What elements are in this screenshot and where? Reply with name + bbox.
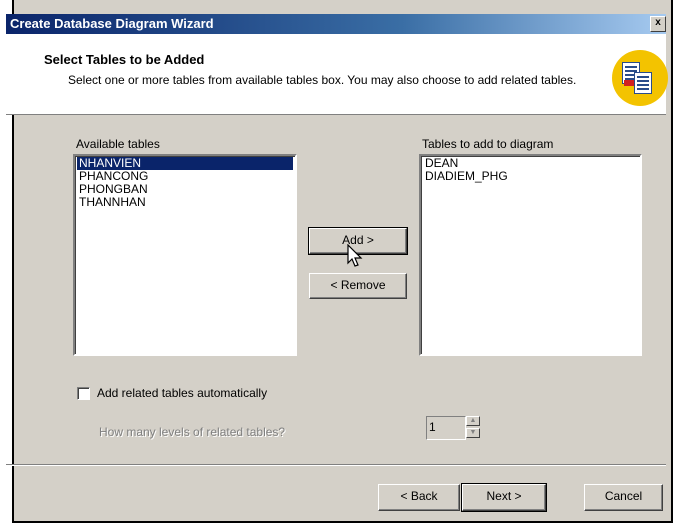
remove-button[interactable]: < Remove: [309, 273, 407, 299]
available-tables-list[interactable]: NHANVIEN PHANCONG PHONGBAN THANNHAN: [73, 154, 297, 356]
target-tables-label: Tables to add to diagram: [422, 137, 554, 151]
wizard-tables-icon: [612, 50, 668, 106]
mouse-cursor-icon: [347, 244, 363, 267]
list-item[interactable]: THANNHAN: [77, 196, 293, 209]
next-button[interactable]: Next >: [461, 483, 547, 512]
spin-up-icon[interactable]: ▲: [466, 416, 480, 426]
spin-down-icon[interactable]: ▼: [466, 428, 480, 438]
page-title: Select Tables to be Added: [44, 52, 205, 67]
title-bar: Create Database Diagram Wizard x: [6, 14, 666, 34]
available-tables-label: Available tables: [76, 137, 160, 151]
related-tables-checkbox[interactable]: [77, 387, 90, 400]
wizard-header: Select Tables to be Added Select one or …: [6, 34, 668, 115]
footer-separator: [6, 464, 666, 466]
close-button[interactable]: x: [650, 16, 666, 32]
window-title: Create Database Diagram Wizard: [10, 16, 214, 31]
related-tables-label: Add related tables automatically: [97, 386, 268, 400]
page-description: Select one or more tables from available…: [68, 73, 577, 87]
levels-label: How many levels of related tables?: [99, 425, 286, 439]
levels-spinner[interactable]: 1: [426, 416, 466, 440]
back-button[interactable]: < Back: [378, 484, 460, 511]
cancel-button[interactable]: Cancel: [584, 484, 663, 511]
target-tables-list[interactable]: DEAN DIADIEM_PHG: [419, 154, 642, 356]
list-item[interactable]: DIADIEM_PHG: [423, 170, 638, 183]
